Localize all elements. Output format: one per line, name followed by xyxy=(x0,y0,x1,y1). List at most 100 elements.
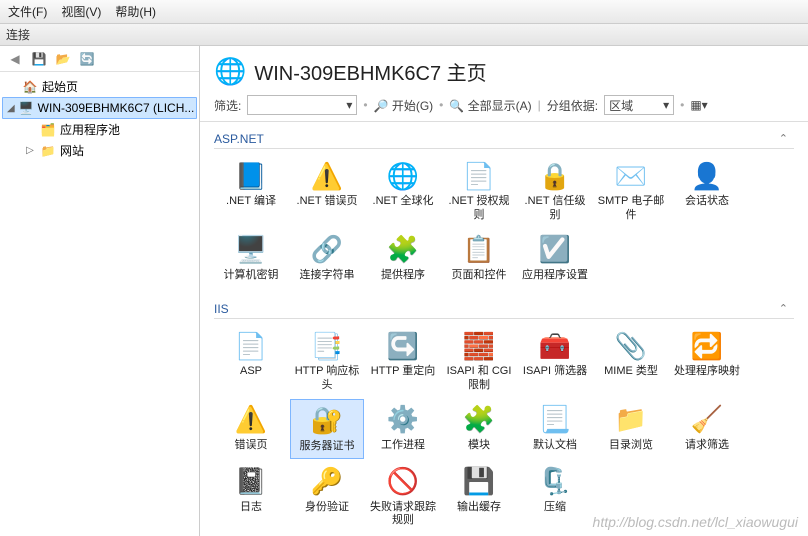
group-header[interactable]: ASP.NET ⌃ xyxy=(214,130,794,149)
tree-item[interactable]: 🏠起始页 xyxy=(2,76,197,97)
collapse-icon[interactable]: ⌃ xyxy=(779,132,788,145)
feature-label: 连接字符串 xyxy=(300,269,355,283)
feature-icon: 💾 xyxy=(462,465,496,499)
feature-item[interactable]: 🧩模块 xyxy=(442,399,516,459)
feature-icon: ⚙️ xyxy=(386,403,420,437)
feature-item[interactable]: 🔒.NET 信任级别 xyxy=(518,155,592,227)
feature-item[interactable]: 🚫失败请求跟踪规则 xyxy=(366,461,440,529)
connections-header: 连接 xyxy=(0,24,808,46)
feature-label: 压缩 xyxy=(544,501,566,515)
feature-icon: 📄 xyxy=(234,329,268,363)
expand-icon[interactable]: ▷ xyxy=(24,145,36,156)
feature-label: ASP xyxy=(240,365,262,379)
feature-item[interactable]: 📑HTTP 响应标头 xyxy=(290,325,364,397)
show-all-button[interactable]: 🔍 全部显示(A) xyxy=(449,97,531,114)
filter-input[interactable]: ▾ xyxy=(247,95,357,115)
feature-item[interactable]: 👤会话状态 xyxy=(670,155,744,227)
menu-view[interactable]: 视图(V) xyxy=(61,3,101,20)
feature-item[interactable]: ⚙️工作进程 xyxy=(366,399,440,459)
refresh-icon[interactable]: 🔄 xyxy=(78,50,96,68)
go-button[interactable]: 🔎 开始(G) xyxy=(374,97,434,114)
feature-label: 计算机密钥 xyxy=(224,269,279,283)
tree-item-label: 网站 xyxy=(60,142,84,159)
feature-item[interactable]: 🗜️压缩 xyxy=(518,461,592,529)
feature-item[interactable]: 📘.NET 编译 xyxy=(214,155,288,227)
separator: • xyxy=(439,98,443,112)
tree-item[interactable]: ▷📁网站 xyxy=(2,140,197,161)
feature-item[interactable]: 🔑 身份验证 xyxy=(290,461,364,529)
feature-label: 输出缓存 xyxy=(457,501,501,515)
feature-icon: 🧩 xyxy=(386,233,420,267)
feature-label: HTTP 重定向 xyxy=(371,365,436,379)
feature-icon: 🧩 xyxy=(462,403,496,437)
main-area: ◀ 💾 📂 🔄 🏠起始页◢🖥️WIN-309EBHMK6C7 (LICH...🗂… xyxy=(0,46,808,536)
group-grid: 📘.NET 编译⚠️.NET 错误页🌐.NET 全球化📄.NET 授权规则🔒.N… xyxy=(214,149,794,292)
view-mode-button[interactable]: ▦▾ xyxy=(690,98,707,112)
feature-item[interactable]: 🧰ISAPI 筛选器 xyxy=(518,325,592,397)
feature-label: .NET 编译 xyxy=(226,195,276,209)
tree-item-label: 应用程序池 xyxy=(60,121,120,138)
feature-label: 应用程序设置 xyxy=(522,269,588,283)
sidebar-toolbar: ◀ 💾 📂 🔄 xyxy=(0,46,199,72)
feature-label: .NET 授权规则 xyxy=(444,195,514,223)
feature-item[interactable]: 📄.NET 授权规则 xyxy=(442,155,516,227)
feature-icon: 👤 xyxy=(690,159,724,193)
feature-icon: 🧰 xyxy=(538,329,572,363)
feature-item[interactable]: 🧹请求筛选 xyxy=(670,399,744,459)
feature-label: .NET 信任级别 xyxy=(520,195,590,223)
feature-item[interactable]: 🧩提供程序 xyxy=(366,229,440,287)
feature-item[interactable]: ⚠️.NET 错误页 xyxy=(290,155,364,227)
feature-icon: ↪️ xyxy=(386,329,420,363)
save-icon[interactable]: 💾 xyxy=(30,50,48,68)
group-header[interactable]: IIS ⌃ xyxy=(214,300,794,319)
feature-item[interactable]: ✉️SMTP 电子邮件 xyxy=(594,155,668,227)
feature-item[interactable]: 💾 输出缓存 xyxy=(442,461,516,529)
feature-icon: 🔑 xyxy=(310,465,344,499)
feature-item[interactable]: ☑️应用程序设置 xyxy=(518,229,592,287)
feature-item[interactable]: 📎MIME 类型 xyxy=(594,325,668,397)
server-icon: 🌐 xyxy=(214,56,246,87)
separator: • xyxy=(363,98,367,112)
page-title: WIN-309EBHMK6C7 主页 xyxy=(254,57,486,86)
expand-icon[interactable]: ◢ xyxy=(7,103,15,114)
tree-item[interactable]: 🗂️应用程序池 xyxy=(2,119,197,140)
folder-icon[interactable]: 📂 xyxy=(54,50,72,68)
feature-item[interactable]: 🔗连接字符串 xyxy=(290,229,364,287)
feature-label: ISAPI 和 CGI 限制 xyxy=(444,365,514,393)
group-name: ASP.NET xyxy=(214,132,264,146)
menubar: 文件(F) 视图(V) 帮助(H) xyxy=(0,0,808,24)
filter-bar: 筛选: ▾ • 🔎 开始(G) • 🔍 全部显示(A) | 分组依据: 区域▾ … xyxy=(200,93,808,122)
feature-item[interactable]: 🔁处理程序映射 xyxy=(670,325,744,397)
feature-item[interactable]: 🖥️计算机密钥 xyxy=(214,229,288,287)
menu-help[interactable]: 帮助(H) xyxy=(115,3,156,20)
feature-label: MIME 类型 xyxy=(604,365,658,379)
groupby-select[interactable]: 区域▾ xyxy=(604,95,674,115)
filter-label: 筛选: xyxy=(214,97,241,114)
feature-label: 日志 xyxy=(240,501,262,515)
tree-item[interactable]: ◢🖥️WIN-309EBHMK6C7 (LICH... xyxy=(2,97,197,119)
feature-icon: 🔐 xyxy=(310,404,344,438)
feature-item[interactable]: 📁目录浏览 xyxy=(594,399,668,459)
feature-item[interactable]: 📃默认文档 xyxy=(518,399,592,459)
feature-item[interactable]: 🔐服务器证书 xyxy=(290,399,364,459)
groupby-label: 分组依据: xyxy=(547,97,598,114)
feature-label: 失败请求跟踪规则 xyxy=(368,501,438,529)
collapse-icon[interactable]: ⌃ xyxy=(779,302,788,315)
feature-item[interactable]: 🧱ISAPI 和 CGI 限制 xyxy=(442,325,516,397)
feature-label: 页面和控件 xyxy=(452,269,507,283)
feature-item[interactable]: 📓日志 xyxy=(214,461,288,529)
feature-item[interactable]: 📄 ASP xyxy=(214,325,288,397)
feature-item[interactable]: ↪️ HTTP 重定向 xyxy=(366,325,440,397)
feature-label: SMTP 电子邮件 xyxy=(596,195,666,223)
feature-label: HTTP 响应标头 xyxy=(292,365,362,393)
feature-item[interactable]: 📋页面和控件 xyxy=(442,229,516,287)
group-name: IIS xyxy=(214,302,229,316)
feature-item[interactable]: 🌐.NET 全球化 xyxy=(366,155,440,227)
feature-icon: 📃 xyxy=(538,403,572,437)
feature-label: 身份验证 xyxy=(305,501,349,515)
menu-file[interactable]: 文件(F) xyxy=(8,3,47,20)
feature-icon: ✉️ xyxy=(614,159,648,193)
feature-label: 目录浏览 xyxy=(609,439,653,453)
back-icon[interactable]: ◀ xyxy=(6,50,24,68)
feature-item[interactable]: ⚠️错误页 xyxy=(214,399,288,459)
